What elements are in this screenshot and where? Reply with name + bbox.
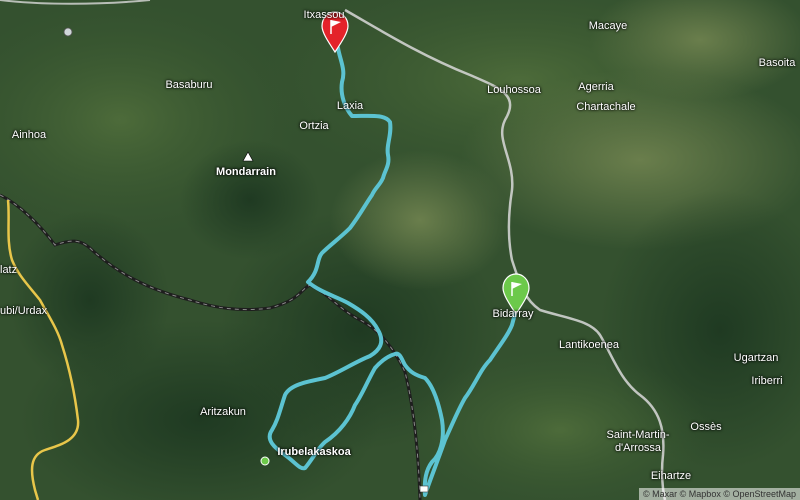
place-label-urdax: ubi/Urdax (0, 305, 48, 317)
place-label-ortzia: Ortzia (299, 120, 329, 132)
place-label-latz: latz (0, 264, 18, 276)
place-label-eihartze: Eihartze (650, 470, 692, 482)
place-label-ugartzan: Ugartzan (733, 352, 779, 364)
place-label-louhossoa: Louhossoa (487, 84, 541, 96)
tree-icon (260, 456, 270, 466)
place-label-osses: Ossès (690, 421, 722, 433)
place-label-iriberri: Iriberri (751, 375, 783, 387)
map-attribution[interactable]: © Maxar © Mapbox © OpenStreetMap (639, 488, 800, 500)
place-label-lantikoenea: Lantikoenea (559, 339, 619, 351)
place-label-saint-martin-line1: Saint-Martin- (606, 429, 670, 441)
poi-dot-icon (63, 27, 73, 37)
poi-small-icon (419, 485, 429, 493)
place-label-saint-martin-line2: d'Arrossa (614, 442, 662, 454)
map-view[interactable]: Itxassou Macaye Basoita Basaburu Louhoss… (0, 0, 800, 500)
place-label-ainhoa: Ainhoa (11, 129, 47, 141)
place-label-itxassou: Itxassou (303, 9, 345, 21)
terrain-texture (0, 0, 800, 500)
place-label-macaye: Macaye (588, 20, 628, 32)
place-label-mondarrain: Mondarrain (216, 166, 276, 178)
place-label-basoita: Basoita (758, 57, 796, 69)
place-label-agerria: Agerria (578, 81, 614, 93)
place-label-laxia: Laxia (336, 100, 364, 112)
map-canvas (0, 0, 800, 500)
place-label-basaburu: Basaburu (165, 79, 213, 91)
place-label-chartachale: Chartachale (576, 101, 636, 113)
place-label-aritzakun: Aritzakun (200, 406, 246, 418)
place-label-bidarray: Bidarray (492, 308, 534, 320)
place-label-saint-martin-d-arrossa: Saint-Martin- d'Arrossa (607, 429, 670, 455)
place-label-irubelakaskoa: Irubelakaskoa (277, 446, 351, 458)
